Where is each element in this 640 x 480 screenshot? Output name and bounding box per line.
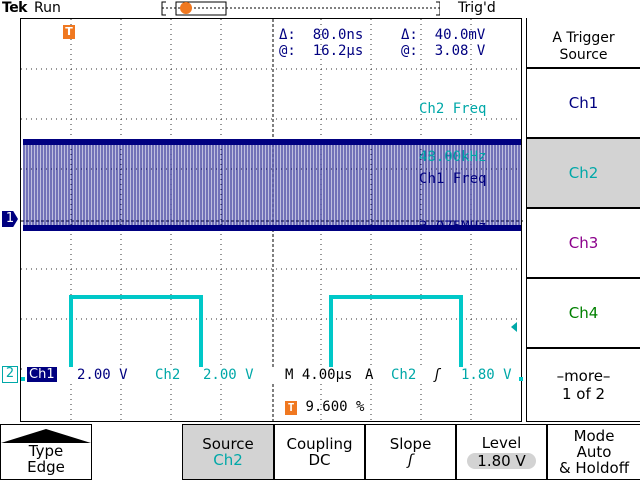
source-button[interactable]: Source Ch2 bbox=[182, 424, 274, 480]
ch1-label: Ch1 bbox=[27, 367, 57, 382]
trigger-position-readout: T 9.600 % bbox=[285, 399, 364, 415]
ch1-scale: 2.00 V bbox=[77, 367, 128, 383]
mode-label: Mode bbox=[573, 427, 615, 445]
trigger-position-marker[interactable]: T bbox=[63, 25, 75, 39]
level-label: Level bbox=[481, 434, 522, 452]
ch2-ground-marker[interactable]: 2 bbox=[2, 366, 18, 383]
menu-pop-icon bbox=[1, 429, 91, 443]
more-button[interactable]: –more– 1 of 2 bbox=[526, 348, 640, 422]
source-option-ch1-label: Ch1 bbox=[568, 94, 599, 112]
source-option-ch2-label: Ch2 bbox=[568, 164, 599, 182]
record-position-indicator bbox=[161, 1, 440, 16]
coupling-label: Coupling bbox=[286, 435, 353, 453]
acquisition-state: Run bbox=[34, 0, 61, 16]
timebase-readout: M 4.00µs bbox=[285, 367, 353, 383]
ch2-scale: 2.00 V bbox=[203, 367, 254, 383]
trigger-slope-readout: ʃ bbox=[433, 367, 442, 383]
source-option-ch1[interactable]: Ch1 bbox=[526, 68, 640, 138]
level-button[interactable]: Level 1.80 V bbox=[456, 424, 547, 480]
source-option-ch3-label: Ch3 bbox=[568, 234, 599, 252]
trigger-position-value: 9.600 % bbox=[305, 399, 365, 415]
trigger-source-readout: Ch2 bbox=[391, 367, 417, 383]
cursor-at-time-readout: @: 16.2µs bbox=[279, 43, 364, 59]
ch2-label: Ch2 bbox=[155, 367, 181, 383]
cursor-at-volt-readout: @: 3.08 V bbox=[401, 43, 486, 59]
coupling-button[interactable]: Coupling DC bbox=[274, 424, 365, 480]
holdoff-label: & Holdoff bbox=[558, 459, 630, 477]
coupling-value: DC bbox=[308, 451, 331, 469]
trigger-level-marker[interactable] bbox=[511, 322, 517, 332]
source-label: Source bbox=[202, 435, 254, 453]
ch1-frequency-measurement: Ch1 Freq 3.075MHz bbox=[419, 171, 487, 235]
source-option-ch4[interactable]: Ch4 bbox=[526, 278, 640, 348]
source-option-ch3[interactable]: Ch3 bbox=[526, 208, 640, 278]
level-value: 1.80 V bbox=[467, 453, 536, 469]
status-bar: Tek Run Trig'd bbox=[0, 0, 640, 18]
type-label: Type bbox=[28, 442, 64, 460]
slope-value: ʃ bbox=[407, 451, 414, 469]
bottom-menu: Type Edge Source Ch2 Coupling DC Slope ʃ… bbox=[0, 424, 640, 480]
trigger-state: Trig'd bbox=[458, 0, 496, 16]
scale-status-line: Ch1 2.00 V Ch2 2.00 V M 4.00µs A Ch2 ʃ 1… bbox=[25, 367, 519, 383]
source-option-ch2[interactable]: Ch2 bbox=[526, 138, 640, 208]
trigger-mode-letter: A bbox=[365, 367, 374, 383]
source-option-ch4-label: Ch4 bbox=[568, 304, 599, 322]
side-menu-title: A Trigger Source bbox=[526, 18, 640, 68]
more-page-label: 1 of 2 bbox=[561, 385, 606, 403]
brand-logo: Tek bbox=[2, 0, 28, 16]
cursor-delta-time-readout: Δ: 80.0ns bbox=[279, 27, 364, 43]
cursor-delta-volt-readout: Δ: 40.0mV bbox=[401, 27, 486, 43]
type-value: Edge bbox=[27, 458, 65, 476]
ch1-ground-marker[interactable]: 1 bbox=[2, 211, 18, 227]
mode-holdoff-button[interactable]: Mode Auto & Holdoff bbox=[547, 424, 640, 480]
mode-value: Auto bbox=[576, 443, 612, 461]
slope-button[interactable]: Slope ʃ bbox=[365, 424, 456, 480]
slope-label: Slope bbox=[389, 435, 432, 453]
trigger-level-readout: 1.80 V bbox=[461, 367, 512, 383]
more-label: –more– bbox=[556, 367, 611, 385]
side-menu: A Trigger Source Ch1 Ch2 Ch3 Ch4 –more– … bbox=[526, 18, 640, 422]
trigger-position-icon: T bbox=[285, 401, 297, 415]
type-button[interactable]: Type Edge bbox=[0, 424, 92, 480]
source-value: Ch2 bbox=[213, 451, 243, 469]
waveform-display[interactable]: T Δ: 80.0ns Δ: 40.0mV @: 16.2µs @: 3.08 … bbox=[20, 18, 523, 423]
